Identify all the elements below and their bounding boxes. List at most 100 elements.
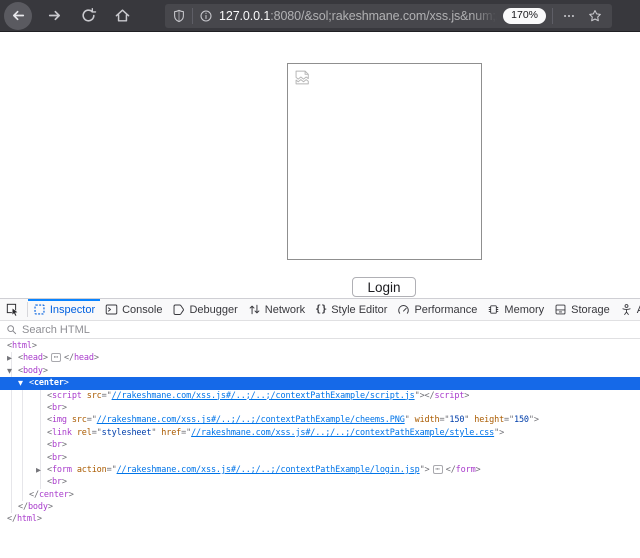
- markup-token: >: [464, 391, 469, 401]
- dots-icon: [562, 9, 576, 23]
- markup-token: >: [48, 502, 53, 512]
- markup-row[interactable]: ▼<center>: [0, 377, 640, 389]
- login-button[interactable]: Login: [352, 277, 416, 297]
- markup-token: stylesheet: [102, 428, 152, 438]
- browser-toolbar: 127.0.0.1:8080/&sol;rakeshmane.com/xss.j…: [0, 0, 640, 32]
- markup-row[interactable]: <br>: [0, 476, 640, 488]
- storage-icon: [554, 303, 567, 316]
- markup-token: height: [474, 415, 504, 425]
- markup-token: href: [161, 428, 181, 438]
- network-icon: [248, 303, 261, 316]
- markup-token: //rakeshmane.com/xss.js#/..;/..;/context…: [191, 428, 494, 438]
- info-icon[interactable]: [199, 9, 213, 23]
- collapse-arrow-icon[interactable]: ▼: [18, 377, 23, 389]
- tab-debugger[interactable]: Debugger: [167, 299, 242, 320]
- tab-label: Style Editor: [331, 304, 387, 316]
- markup-token: body: [23, 366, 43, 376]
- shield-icon[interactable]: [172, 9, 186, 23]
- back-button[interactable]: [4, 2, 32, 30]
- zoom-indicator[interactable]: 170%: [503, 8, 546, 24]
- markup-token: br: [52, 440, 62, 450]
- markup-token: >: [476, 465, 481, 475]
- devtools-search-bar: [0, 321, 640, 339]
- broken-image-icon: [295, 70, 312, 85]
- markup-row[interactable]: </body>: [0, 501, 640, 513]
- markup-row[interactable]: ▶<form action="//rakeshmane.com/xss.js#/…: [0, 464, 640, 476]
- markup-token: link: [52, 428, 72, 438]
- tab-storage[interactable]: Storage: [549, 299, 615, 320]
- markup-token: </: [64, 353, 74, 363]
- braces-icon: {}: [315, 304, 327, 315]
- markup-row[interactable]: </center>: [0, 489, 640, 501]
- markup-token: form: [52, 465, 72, 475]
- search-input[interactable]: [22, 324, 634, 336]
- home-button[interactable]: [108, 2, 136, 30]
- markup-token: ">: [420, 465, 430, 475]
- markup-token: =": [102, 391, 112, 401]
- url-bar[interactable]: 127.0.0.1:8080/&sol;rakeshmane.com/xss.j…: [165, 4, 612, 28]
- tab-label: Inspector: [50, 304, 95, 316]
- markup-token: action: [77, 465, 107, 475]
- markup-token: >: [62, 453, 67, 463]
- collapsed-content-pill[interactable]: ⋯: [51, 353, 61, 362]
- forward-icon: [46, 7, 63, 24]
- devtools-tabs: Inspector Console Debugger Network {} Style E…: [28, 299, 640, 320]
- markup-token: //rakeshmane.com/xss.js#/..;/..;/context…: [117, 465, 420, 475]
- devtools-panel: Inspector Console Debugger Network {} Style E…: [0, 298, 640, 558]
- markup-token: //rakeshmane.com/xss.js#/..;/..;/context…: [112, 391, 415, 401]
- tab-memory[interactable]: Memory: [482, 299, 549, 320]
- markup-token: >: [32, 341, 37, 351]
- tab-label: Memory: [504, 304, 544, 316]
- home-icon: [114, 7, 131, 24]
- collapsed-content-pill[interactable]: ⋯: [433, 465, 443, 474]
- reload-icon: [80, 7, 97, 24]
- markup-token: =": [92, 428, 102, 438]
- markup-token: =": [439, 415, 449, 425]
- expand-arrow-icon[interactable]: ▶: [7, 352, 12, 364]
- devtools-tabbar: Inspector Console Debugger Network {} Style E…: [0, 299, 640, 321]
- back-icon: [10, 7, 27, 24]
- markup-token: width: [415, 415, 440, 425]
- debugger-icon: [172, 303, 185, 316]
- bookmark-star-button[interactable]: [585, 6, 605, 26]
- urlbar-divider: [192, 8, 193, 24]
- markup-row[interactable]: <link rel="stylesheet" href="//rakeshman…: [0, 427, 640, 439]
- markup-token: html: [17, 514, 37, 524]
- markup-row[interactable]: <html>: [0, 340, 640, 352]
- reload-button[interactable]: [74, 2, 102, 30]
- markup-token: br: [52, 453, 62, 463]
- markup-token: src: [72, 415, 87, 425]
- broken-image: [287, 63, 482, 260]
- forward-button[interactable]: [40, 2, 68, 30]
- markup-token: =": [504, 415, 514, 425]
- markup-token: =": [181, 428, 191, 438]
- markup-row[interactable]: ▶<head>⋯</head>: [0, 352, 640, 364]
- tab-style-editor[interactable]: {} Style Editor: [310, 299, 392, 320]
- collapse-arrow-icon[interactable]: ▼: [7, 365, 12, 377]
- markup-token: >: [69, 490, 74, 500]
- tab-console[interactable]: Console: [100, 299, 167, 320]
- gauge-icon: [397, 303, 410, 316]
- markup-row[interactable]: <script src="//rakeshmane.com/xss.js#/..…: [0, 390, 640, 402]
- markup-token: ">: [529, 415, 539, 425]
- element-picker-icon: [6, 303, 20, 317]
- markup-token: form: [456, 465, 476, 475]
- tab-performance[interactable]: Performance: [392, 299, 482, 320]
- tab-inspector[interactable]: Inspector: [28, 299, 100, 320]
- markup-row[interactable]: <br>: [0, 402, 640, 414]
- markup-row[interactable]: </html>: [0, 513, 640, 525]
- page-actions-button[interactable]: [559, 6, 579, 26]
- markup-token: </: [446, 465, 456, 475]
- markup-token: >: [62, 440, 67, 450]
- markup-row[interactable]: <br>: [0, 439, 640, 451]
- expand-arrow-icon[interactable]: ▶: [36, 464, 41, 476]
- element-picker-button[interactable]: [0, 299, 27, 320]
- tab-label: Performance: [414, 304, 477, 316]
- markup-row[interactable]: ▼<body>: [0, 365, 640, 377]
- tab-accessibility[interactable]: Acce: [615, 299, 640, 320]
- tab-label: Debugger: [189, 304, 237, 316]
- markup-row[interactable]: <img src="//rakeshmane.com/xss.js#/..;/.…: [0, 414, 640, 426]
- markup-row[interactable]: <br>: [0, 452, 640, 464]
- markup-token: </: [29, 490, 39, 500]
- tab-network[interactable]: Network: [243, 299, 310, 320]
